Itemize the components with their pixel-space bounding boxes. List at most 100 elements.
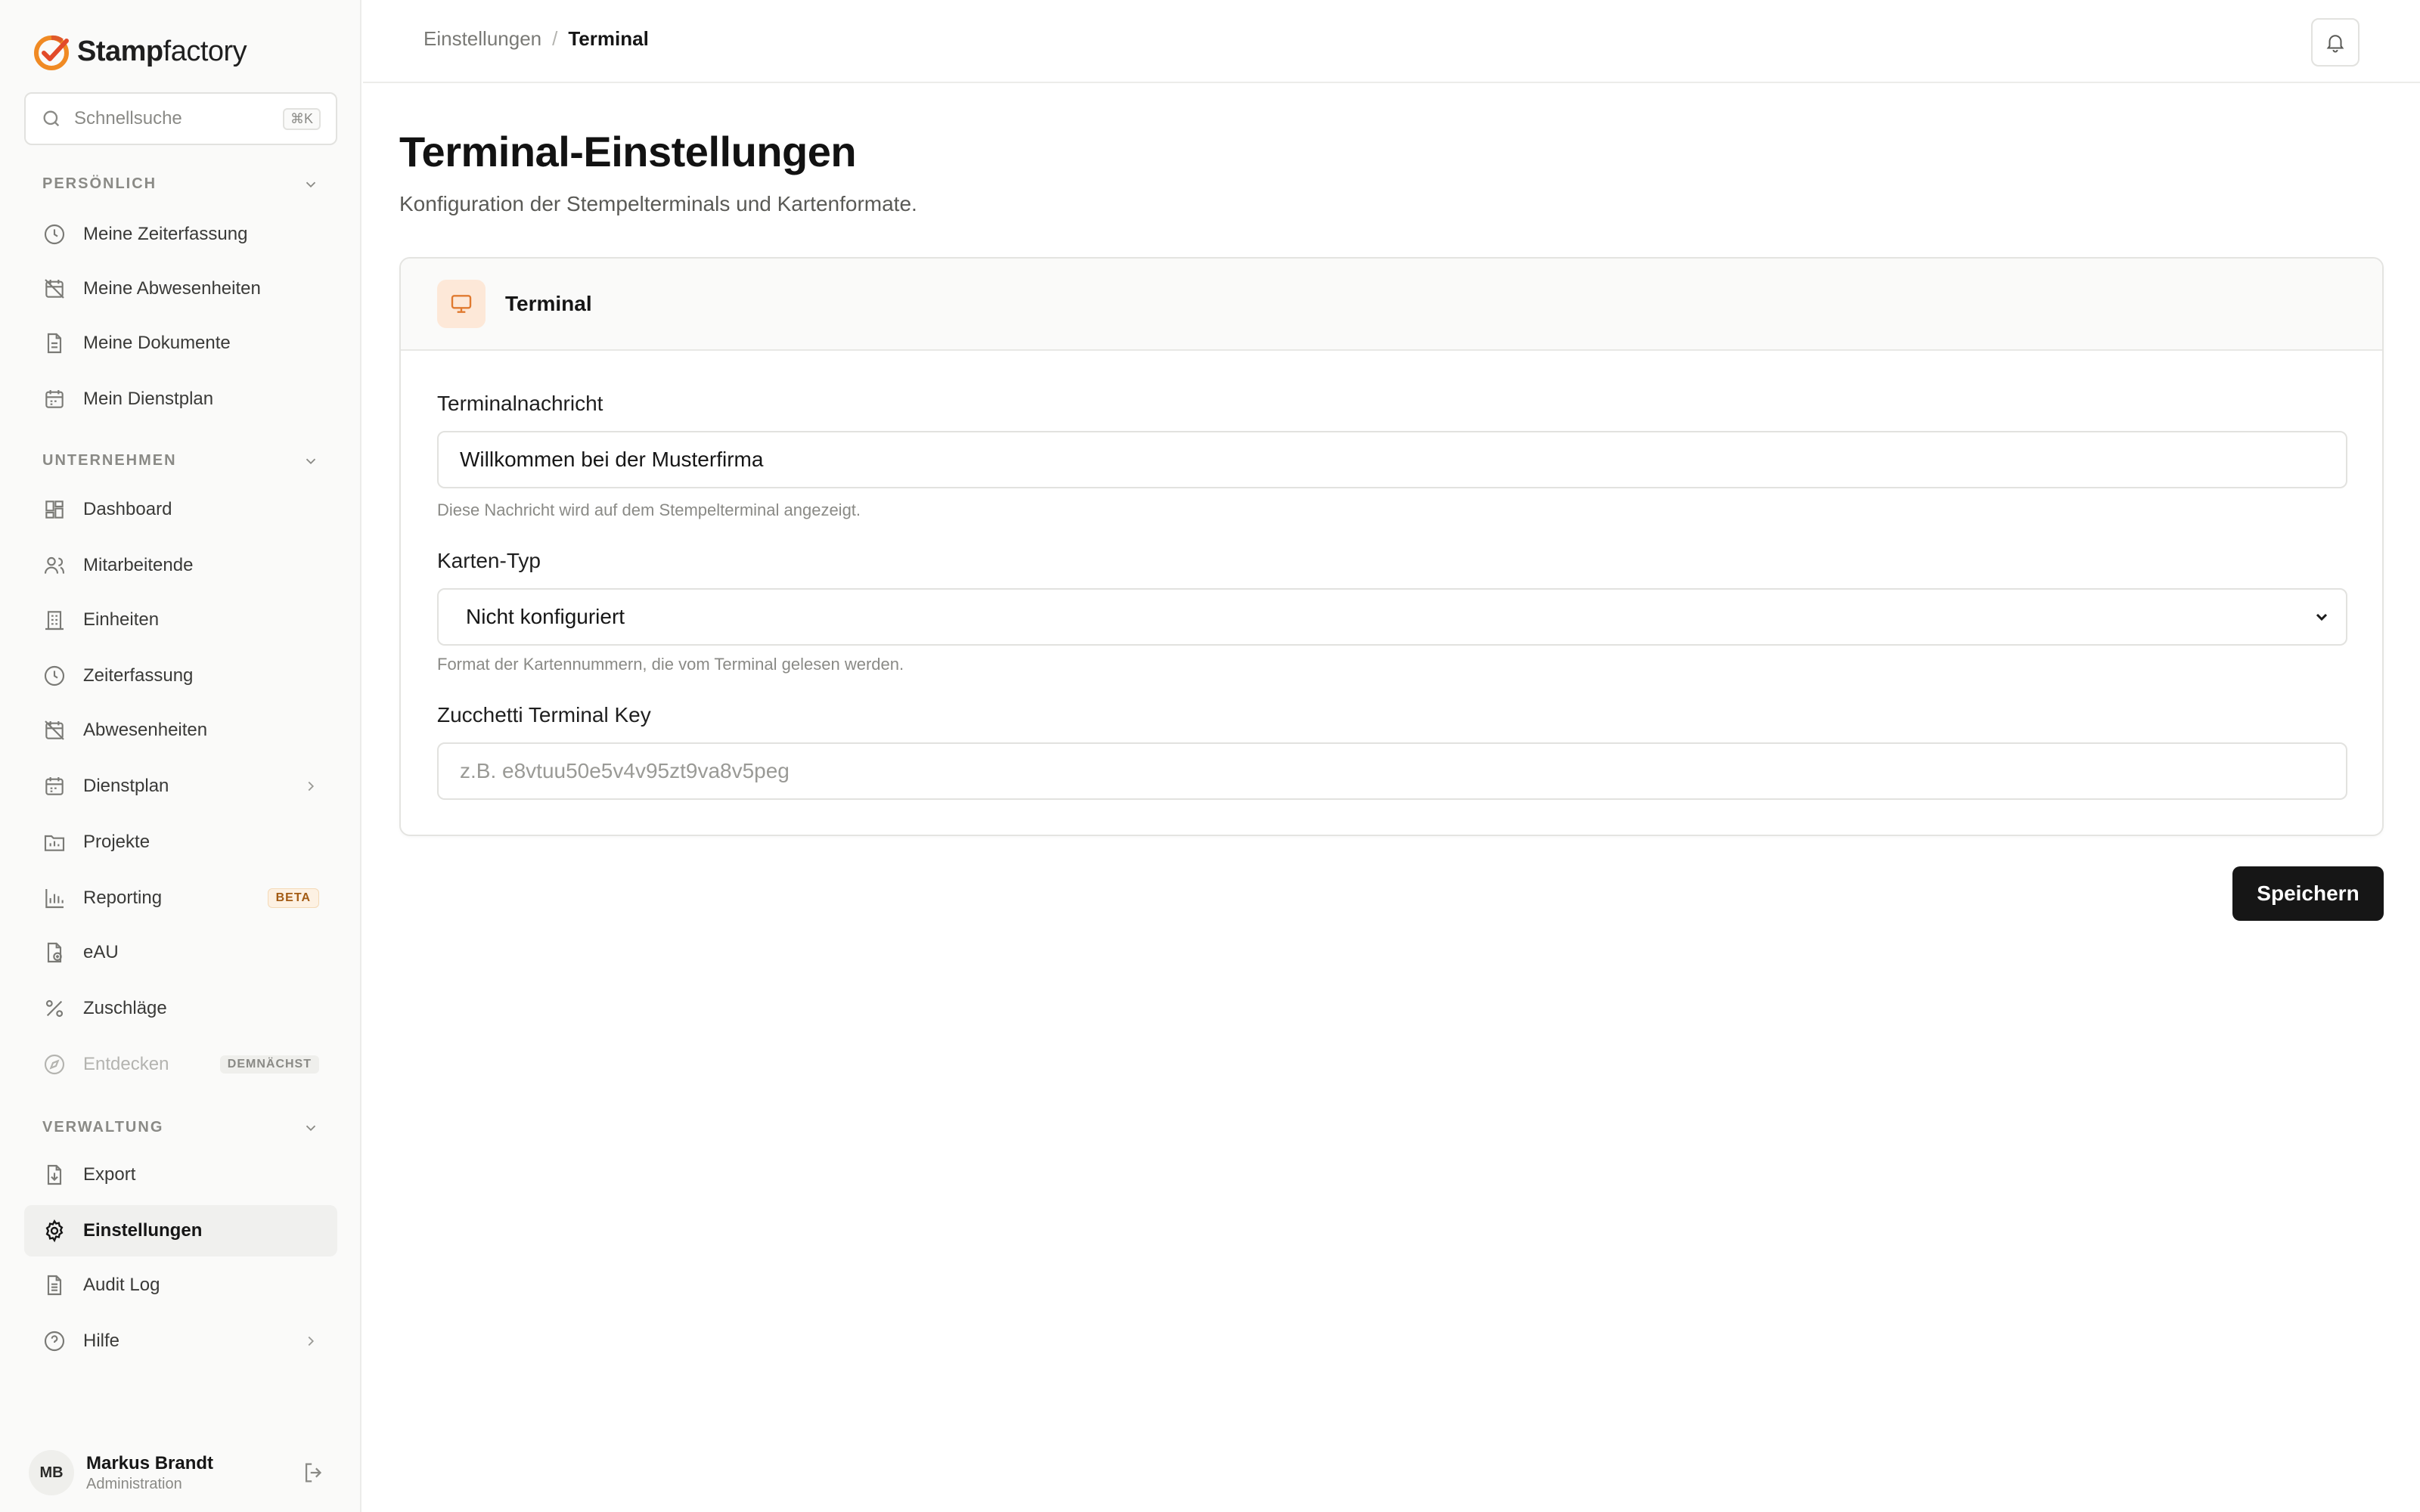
sidebar-item-export[interactable]: Export [24, 1149, 337, 1201]
card-icon-badge [437, 280, 486, 328]
chevron-down-icon [2316, 613, 2328, 621]
sidebar-item-label: Zeiterfassung [83, 665, 194, 686]
user-name: Markus Brandt [86, 1452, 214, 1473]
sidebar-item-reporting[interactable]: Reporting BETA [24, 872, 337, 924]
sidebar-item-audit-log[interactable]: Audit Log [24, 1259, 337, 1311]
sidebar-item-projekte[interactable]: Projekte [24, 816, 337, 868]
section-company-toggle[interactable]: UNTERNEHMEN [42, 452, 319, 469]
card-type-hint: Format der Kartennummern, die vom Termin… [437, 655, 904, 674]
sidebar-item-meine-abwesenheiten[interactable]: Meine Abwesenheiten [24, 263, 337, 314]
sidebar-item-label: eAU [83, 942, 119, 962]
clock-icon [44, 224, 65, 245]
folder-icon [44, 835, 65, 851]
sidebar-item-label: Export [83, 1164, 136, 1185]
section-admin-toggle[interactable]: VERWALTUNG [42, 1119, 319, 1136]
building-icon [45, 611, 64, 631]
user-info: Markus Brandt Administration [86, 1453, 301, 1493]
compass-icon [44, 1054, 65, 1075]
sidebar-item-eau[interactable]: eAU [24, 927, 337, 978]
sidebar-item-abwesenheiten[interactable]: Abwesenheiten [24, 705, 337, 756]
top-bar: Einstellungen / Terminal [363, 0, 2420, 83]
sidebar: Stampfactory Schnellsuche ⌘K PERSÖNLICH … [0, 0, 361, 1512]
monitor-icon [451, 295, 472, 313]
sidebar-item-meine-dokumente[interactable]: Meine Dokumente [24, 318, 337, 369]
sidebar-item-mein-dienstplan[interactable]: Mein Dienstplan [24, 373, 337, 425]
card-type-label: Karten-Typ [437, 549, 541, 572]
beta-badge: BETA [267, 888, 319, 908]
section-personal-toggle[interactable]: PERSÖNLICH [42, 175, 319, 193]
save-button[interactable]: Speichern [2232, 866, 2384, 921]
user-profile[interactable]: MB Markus Brandt Administration [24, 1445, 337, 1500]
calendar-icon [45, 390, 64, 408]
sidebar-item-label: Audit Log [83, 1275, 160, 1295]
bar-chart-icon [45, 889, 64, 909]
bell-icon [2326, 35, 2344, 53]
sidebar-item-mitarbeitende[interactable]: Mitarbeitende [24, 540, 337, 591]
sidebar-item-label: Mein Dienstplan [83, 389, 214, 409]
sidebar-item-label: Reporting [83, 888, 163, 908]
sidebar-item-label: Zuschläge [83, 998, 167, 1018]
document-list-icon [47, 1275, 62, 1296]
percent-icon [45, 999, 64, 1018]
sidebar-item-zuschlaege[interactable]: Zuschläge [24, 983, 337, 1034]
brand-name: Stampfactory [77, 36, 247, 68]
chevron-right-icon [308, 781, 315, 792]
terminal-settings-card: Terminal Terminalnachricht Willkommen be… [399, 257, 2384, 836]
sidebar-item-zeiterfassung[interactable]: Zeiterfassung [24, 650, 337, 702]
logout-icon[interactable] [301, 1460, 327, 1486]
sidebar-item-label: Entdecken [83, 1054, 169, 1074]
calendar-off-icon [45, 720, 64, 740]
clock-icon [44, 665, 65, 686]
quick-search[interactable]: Schnellsuche ⌘K [24, 92, 337, 145]
file-health-icon [47, 942, 62, 963]
notifications-button[interactable] [2311, 18, 2360, 67]
sidebar-item-dashboard[interactable]: Dashboard [24, 484, 337, 535]
chevron-right-icon [308, 1336, 315, 1346]
sidebar-item-einheiten[interactable]: Einheiten [24, 594, 337, 646]
card-type-select[interactable]: Nicht konfiguriert [437, 588, 2347, 646]
sidebar-item-meine-zeiterfassung[interactable]: Meine Zeiterfassung [24, 209, 337, 260]
document-icon [47, 333, 62, 354]
terminal-message-input[interactable]: Willkommen bei der Musterfirma [437, 431, 2347, 488]
card-type-selected: Nicht konfiguriert [466, 605, 625, 628]
card-title: Terminal [505, 292, 592, 315]
sidebar-item-label: Meine Zeiterfassung [83, 224, 248, 244]
chevron-down-icon [306, 1125, 316, 1131]
terminal-key-input[interactable]: z.B. e8vtuu50e5v4v95zt9va8v5peg [437, 742, 2347, 800]
terminal-message-hint: Diese Nachricht wird auf dem Stempelterm… [437, 500, 861, 519]
sidebar-item-label: Dashboard [83, 499, 172, 519]
sidebar-item-dienstplan[interactable]: Dienstplan [24, 761, 337, 812]
breadcrumb-current: Terminal [568, 27, 649, 50]
brand-name-light: factory [163, 35, 247, 67]
sidebar-item-label: Meine Abwesenheiten [83, 278, 261, 299]
sidebar-item-label: Meine Dokumente [83, 333, 231, 353]
section-admin-label: VERWALTUNG [42, 1119, 164, 1136]
calendar-off-icon [45, 279, 64, 299]
terminal-message-label: Terminalnachricht [437, 392, 603, 415]
chevron-down-icon [306, 181, 316, 187]
file-download-icon [47, 1164, 62, 1185]
sidebar-item-label: Einheiten [83, 609, 160, 630]
search-icon [43, 110, 60, 127]
dashboard-icon [45, 500, 64, 519]
breadcrumb: Einstellungen / Terminal [424, 27, 649, 51]
sidebar-item-einstellungen[interactable]: Einstellungen [24, 1205, 337, 1256]
user-role: Administration [86, 1475, 182, 1492]
search-shortcut: ⌘K [282, 107, 321, 130]
page-title: Terminal-Einstellungen [399, 128, 857, 175]
help-circle-icon [44, 1331, 65, 1352]
coming-soon-badge: DEMNÄCHST [219, 1055, 319, 1074]
page-subtitle: Konfiguration der Stempelterminals und K… [399, 192, 917, 215]
breadcrumb-parent[interactable]: Einstellungen [424, 27, 541, 51]
brand-logo[interactable]: Stampfactory [32, 30, 247, 73]
calendar-icon [45, 777, 64, 795]
sidebar-item-label: Hilfe [83, 1331, 120, 1351]
stampfactory-logo-icon [34, 35, 69, 70]
sidebar-item-label: Projekte [83, 832, 150, 852]
card-header: Terminal [401, 259, 2382, 351]
sidebar-item-label: Mitarbeitende [83, 555, 194, 575]
sidebar-item-hilfe[interactable]: Hilfe [24, 1315, 337, 1367]
sidebar-item-entdecken: Entdecken DEMNÄCHST [24, 1039, 337, 1090]
search-placeholder: Schnellsuche [74, 108, 182, 129]
terminal-key-label: Zucchetti Terminal Key [437, 703, 651, 727]
